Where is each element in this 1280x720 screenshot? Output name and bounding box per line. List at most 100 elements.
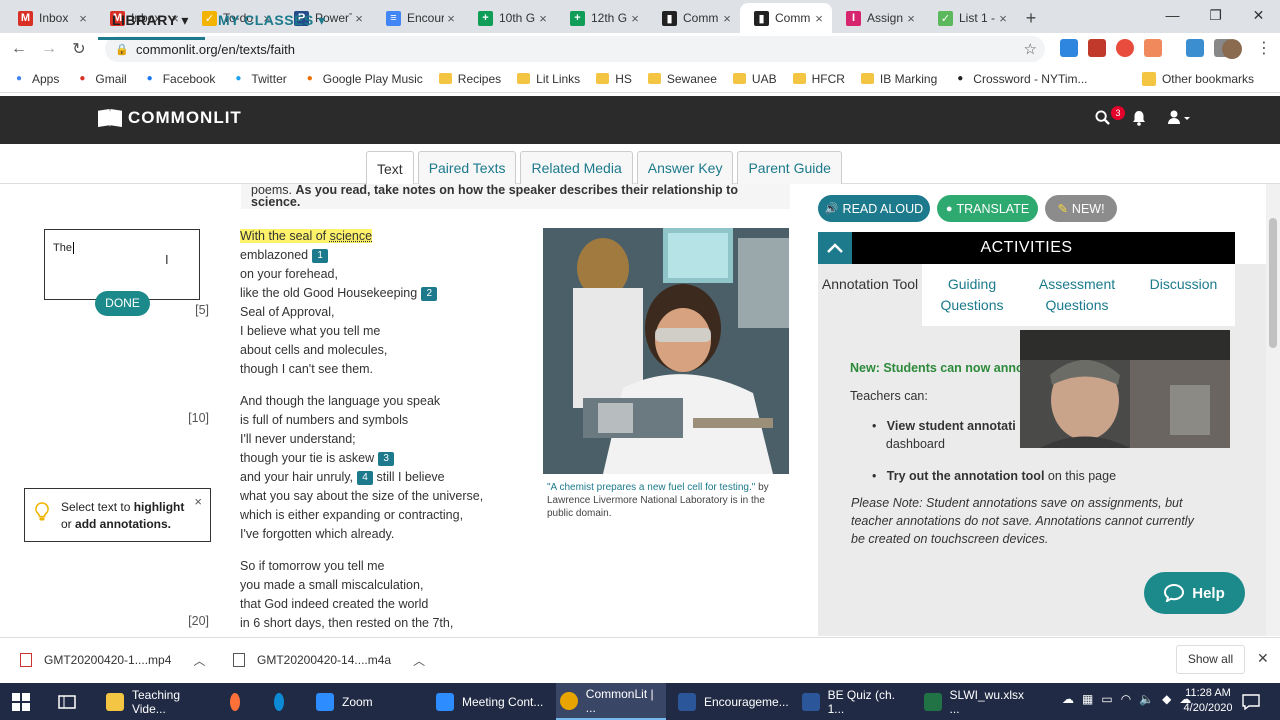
bullet-bold[interactable]: View student annotati	[887, 419, 1016, 433]
poem-line[interactable]: that God indeed created the world	[240, 595, 453, 614]
chevron-up-icon[interactable]: ︿	[413, 652, 425, 669]
close-tab-icon[interactable]: ×	[812, 11, 826, 26]
tab-annotation-tool[interactable]: Annotation Tool	[818, 264, 922, 326]
bookmark-item[interactable]: HS	[596, 72, 632, 86]
tab-discussion[interactable]: Discussion	[1132, 264, 1235, 326]
browser-tab[interactable]: M Inbox ×	[4, 3, 96, 33]
browser-tab[interactable]: +10th G ×	[464, 3, 556, 33]
poem-line[interactable]: in 6 short days, then rested on the 7th,	[240, 614, 453, 633]
wifi-icon[interactable]: ◠	[1121, 692, 1131, 706]
cloud-icon[interactable]: ☁	[1062, 692, 1074, 706]
notifications-icon[interactable]	[1242, 683, 1260, 720]
text-tab[interactable]: Paired Texts	[417, 151, 517, 184]
collapse-chevron-icon[interactable]	[818, 232, 852, 264]
poem-line[interactable]: emblazoned 1	[240, 246, 437, 265]
dropbox-icon[interactable]: ◆	[1162, 692, 1171, 706]
read-aloud-button[interactable]: 🔊 READ ALOUD	[818, 195, 930, 222]
task-view-icon[interactable]	[58, 683, 76, 720]
text-tab[interactable]: Parent Guide	[737, 151, 842, 184]
show-all-button[interactable]: Show all	[1176, 645, 1245, 674]
library-menu[interactable]: LIBRARY ▾	[112, 12, 189, 29]
bookmark-item[interactable]: ● Twitter	[231, 72, 286, 86]
poem-line[interactable]: though I can't see them.	[240, 360, 437, 379]
new-tab-button[interactable]: +	[1016, 3, 1046, 33]
poem-line[interactable]: I'll never understand;	[240, 430, 483, 449]
close-tab-icon[interactable]: ×	[352, 11, 366, 26]
forward-icon[interactable]: →	[34, 40, 64, 58]
download-item[interactable]: GMT20200420-1....mp4 ︿	[20, 637, 205, 683]
page-scrollbar[interactable]	[1266, 184, 1280, 636]
close-tab-icon[interactable]: ×	[720, 11, 734, 26]
close-tab-icon[interactable]: ×	[444, 11, 458, 26]
my-classes-menu[interactable]: MY CLASSES ▾	[218, 12, 326, 29]
scrollbar-thumb[interactable]	[1269, 218, 1277, 348]
poem-line[interactable]: what you say about the size of the unive…	[240, 487, 483, 506]
volume-icon[interactable]: 🔈	[1139, 692, 1154, 706]
poem-line[interactable]: I believe what you tell me	[240, 322, 437, 341]
restore-icon[interactable]: ❐	[1194, 0, 1237, 30]
taskbar-item[interactable]: Teaching Vide...	[102, 683, 217, 720]
bookmark-item[interactable]: HFCR	[792, 72, 845, 86]
close-icon[interactable]: ×	[194, 493, 202, 510]
poem-line[interactable]: And though the language you speak	[240, 392, 483, 411]
poem-line[interactable]: though your tie is askew 3	[240, 449, 483, 468]
highlighted-text[interactable]: With the seal of science	[240, 229, 373, 243]
minimize-icon[interactable]: —	[1151, 0, 1194, 30]
new-button[interactable]: ✎ NEW!	[1045, 195, 1117, 222]
tab-guiding-questions[interactable]: Guiding Questions	[922, 264, 1022, 326]
commonlit-logo[interactable]: COMMONLIT	[98, 108, 242, 128]
poem-line[interactable]: on your forehead,	[240, 265, 437, 284]
poem-line[interactable]: So if tomorrow you tell me	[240, 557, 453, 576]
poem-line[interactable]: I've forgotten which already.	[240, 525, 483, 544]
bookmark-item[interactable]: IB Marking	[860, 72, 937, 86]
vocab-word-science[interactable]: science	[330, 229, 372, 243]
bell-icon[interactable]	[1132, 110, 1146, 130]
browser-menu-icon[interactable]: ⋮	[1256, 38, 1272, 58]
footnote-marker[interactable]: 1	[312, 248, 329, 263]
bookmark-item[interactable]: Recipes	[438, 72, 501, 86]
reload-icon[interactable]: ↻	[64, 39, 94, 59]
cast-extension-icon[interactable]	[1144, 39, 1162, 57]
chevron-up-icon[interactable]: ︿	[193, 652, 205, 669]
browser-tab[interactable]: ✓ List 1 - ×	[924, 3, 1016, 33]
screencast-extension-icon[interactable]	[1186, 39, 1204, 57]
caption-link[interactable]: "A chemist prepares a new fuel cell for …	[547, 482, 755, 493]
tab-assessment-questions[interactable]: Assessment Questions	[1022, 264, 1132, 326]
bookmark-item[interactable]: ● Gmail	[75, 72, 126, 86]
close-tab-icon[interactable]: ×	[628, 11, 642, 26]
taskbar-item[interactable]: CommonLit | ...	[556, 683, 666, 720]
taskbar-item[interactable]: Zoom	[312, 683, 422, 720]
bookmark-item[interactable]: ● Google Play Music	[303, 72, 423, 86]
network-icon[interactable]: ▦	[1082, 692, 1093, 706]
bookmark-item[interactable]: UAB	[732, 72, 777, 86]
text-tab[interactable]: Answer Key	[636, 151, 734, 184]
help-button[interactable]: Help	[1144, 572, 1245, 614]
bullet-bold[interactable]: Try out the annotation tool	[887, 469, 1045, 483]
close-tab-icon[interactable]: ×	[904, 11, 918, 26]
translate-button[interactable]: ● TRANSLATE	[937, 195, 1038, 222]
poem-stanza-3[interactable]: So if tomorrow you tell me you made a sm…	[240, 557, 453, 633]
text-tab[interactable]: Related Media	[520, 151, 633, 184]
footnote-marker[interactable]: 2	[421, 286, 438, 301]
download-item[interactable]: GMT20200420-14....m4a ︿	[233, 637, 425, 683]
poem-line[interactable]: you made a small miscalculation,	[240, 576, 453, 595]
bookmark-item[interactable]: Lit Links	[517, 72, 580, 86]
close-tab-icon[interactable]: ×	[536, 11, 550, 26]
done-button[interactable]: DONE	[95, 291, 150, 316]
close-window-icon[interactable]: ✕	[1237, 0, 1280, 30]
browser-tab[interactable]: I Assign ×	[832, 3, 924, 33]
taskbar-item[interactable]: BE Quiz (ch. 1...	[798, 683, 913, 720]
back-icon[interactable]: ←	[4, 40, 34, 58]
url-bar[interactable]: 🔒 commonlit.org/en/texts/faith ☆	[105, 36, 1045, 62]
poem-line[interactable]: about cells and molecules,	[240, 341, 437, 360]
poem-line[interactable]: and your hair unruly, 4 still I believe	[240, 468, 483, 487]
extension-icon[interactable]	[1060, 39, 1078, 57]
browser-tab[interactable]: ▮ Comm ×	[740, 3, 832, 33]
bookmark-item[interactable]: Sewanee	[647, 72, 717, 86]
browser-tab[interactable]: +12th G ×	[556, 3, 648, 33]
bookmark-item[interactable]: ● Facebook	[143, 72, 216, 86]
bookmark-star-icon[interactable]: ☆	[1024, 40, 1037, 58]
annotation-note-input[interactable]: The I	[44, 229, 200, 300]
bookmark-item[interactable]: ● Crossword - NYTim...	[953, 72, 1087, 86]
taskbar-item[interactable]	[270, 683, 292, 720]
